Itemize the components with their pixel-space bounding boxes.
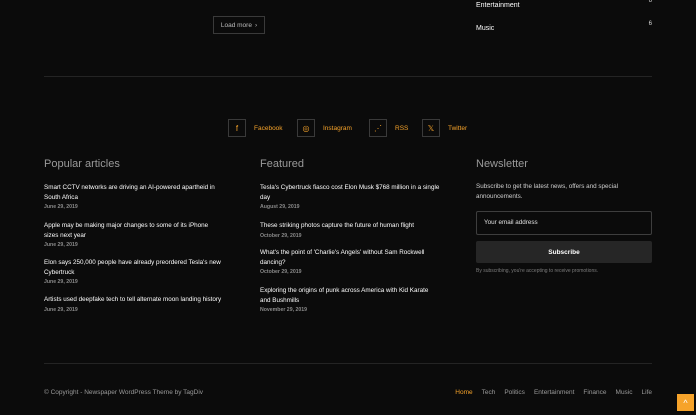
chevron-right-icon: ›	[254, 21, 258, 29]
footer-menu-tech[interactable]: Tech	[482, 389, 496, 396]
article-title[interactable]: Elon says 250,000 people have already pr…	[44, 258, 224, 277]
social-link-twitter[interactable]: 𝕏 Twitter	[422, 118, 467, 138]
category-name: Music	[476, 25, 495, 32]
category-item-music[interactable]: Music 6	[476, 21, 652, 32]
social-link-rss[interactable]: ⋰ RSS	[369, 118, 408, 138]
popular-articles-heading: Popular articles	[44, 158, 120, 170]
facebook-icon: f	[228, 119, 246, 137]
article-date: June 29, 2019	[44, 306, 78, 313]
newsletter-heading: Newsletter	[476, 158, 528, 170]
featured-article[interactable]: What's the point of 'Charlie's Angels' w…	[260, 248, 440, 275]
footer-menu: Home Tech Politics Entertainment Finance…	[455, 389, 652, 396]
rss-icon: ⋰	[369, 119, 387, 137]
article-title[interactable]: Smart CCTV networks are driving an AI-po…	[44, 183, 224, 202]
divider	[44, 363, 652, 364]
popular-article[interactable]: Artists used deepfake tech to tell alter…	[44, 295, 224, 313]
article-date: June 29, 2019	[44, 279, 78, 285]
article-title[interactable]: Exploring the origins of punk across Ame…	[260, 286, 440, 305]
featured-article[interactable]: Exploring the origins of punk across Ame…	[260, 286, 440, 313]
divider	[44, 76, 652, 77]
footer-menu-home[interactable]: Home	[455, 389, 472, 396]
instagram-icon: ◎	[297, 119, 315, 137]
social-link-instagram[interactable]: ◎ Instagram	[297, 118, 352, 138]
footer-menu-entertainment[interactable]: Entertainment	[534, 389, 574, 396]
article-date: October 29, 2019	[260, 269, 302, 275]
social-label: Facebook	[254, 124, 283, 132]
popular-article[interactable]: Apple may be making major changes to som…	[44, 221, 224, 248]
article-date: June 29, 2019	[44, 242, 78, 248]
x-twitter-icon: 𝕏	[422, 119, 440, 137]
newsletter-description: Subscribe to get the latest news, offers…	[476, 183, 618, 200]
featured-article[interactable]: Tesla's Cybertruck fiasco cost Elon Musk…	[260, 183, 440, 210]
article-title[interactable]: These striking photos capture the future…	[260, 221, 440, 231]
footer-menu-finance[interactable]: Finance	[583, 389, 606, 396]
load-more-label: Load more	[220, 21, 252, 29]
copyright-text: © Copyright - Newspaper WordPress Theme …	[44, 389, 204, 396]
back-to-top-button[interactable]: ^	[677, 394, 694, 411]
article-date: October 29, 2019	[260, 232, 302, 239]
newsletter-fine-print: By subscribing, you're accepting to rece…	[476, 268, 599, 274]
arrow-up-icon: ^	[683, 397, 688, 408]
footer-menu-politics[interactable]: Politics	[504, 389, 525, 396]
social-label: Instagram	[323, 124, 352, 132]
featured-article[interactable]: These striking photos capture the future…	[260, 221, 440, 239]
email-field[interactable]: Your email address	[476, 211, 652, 235]
social-label: Twitter	[448, 124, 468, 132]
footer-menu-life[interactable]: Life	[642, 389, 652, 396]
article-title[interactable]: Apple may be making major changes to som…	[44, 221, 224, 240]
popular-article[interactable]: Elon says 250,000 people have already pr…	[44, 258, 224, 285]
social-label: RSS	[395, 124, 409, 132]
footer-menu-music[interactable]: Music	[616, 389, 633, 396]
article-date: August 29, 2019	[260, 204, 300, 210]
load-more-button[interactable]: Load more ›	[213, 16, 265, 34]
article-title[interactable]: What's the point of 'Charlie's Angels' w…	[260, 248, 440, 267]
article-date: November 29, 2019	[260, 307, 308, 313]
article-title[interactable]: Tesla's Cybertruck fiasco cost Elon Musk…	[260, 183, 440, 202]
featured-heading: Featured	[260, 158, 305, 170]
category-item-entertainment[interactable]: Entertainment 6	[476, 0, 652, 9]
category-count: 6	[648, 0, 652, 4]
category-name: Entertainment	[476, 2, 520, 9]
social-link-facebook[interactable]: f Facebook	[228, 118, 283, 138]
subscribe-button[interactable]: Subscribe	[476, 241, 652, 263]
category-count: 6	[648, 21, 652, 27]
article-date: June 29, 2019	[44, 204, 78, 210]
popular-article[interactable]: Smart CCTV networks are driving an AI-po…	[44, 183, 224, 210]
article-title[interactable]: Artists used deepfake tech to tell alter…	[44, 295, 224, 305]
